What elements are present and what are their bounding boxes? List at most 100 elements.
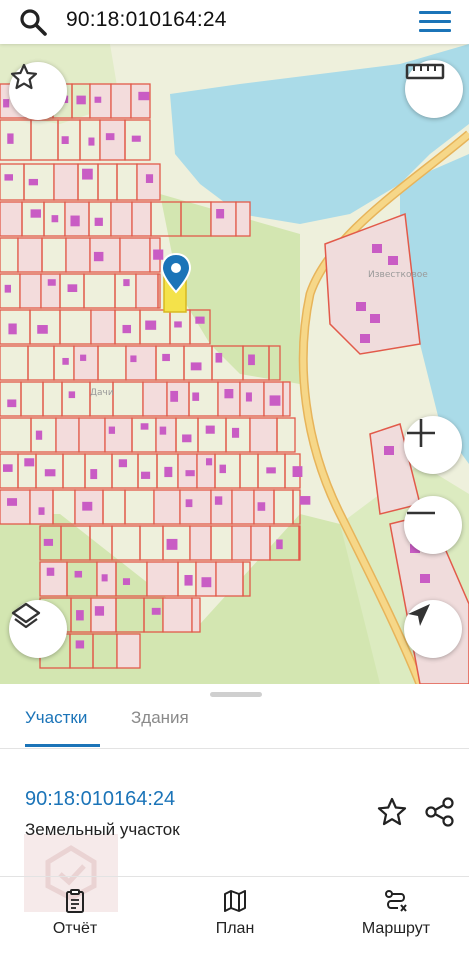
my-location-button[interactable] bbox=[404, 600, 462, 658]
map-canvas[interactable] bbox=[0, 44, 469, 684]
bottom-sheet: Участки Здания 90:18:010164:24 Земельный… bbox=[0, 684, 469, 960]
parcel bbox=[250, 525, 271, 561]
building bbox=[30, 209, 41, 218]
building bbox=[145, 174, 154, 183]
parcel bbox=[110, 83, 132, 119]
parcel bbox=[65, 237, 91, 273]
parcel bbox=[153, 489, 181, 525]
zoom-in-button[interactable] bbox=[404, 416, 462, 474]
building bbox=[388, 256, 398, 265]
layers-button[interactable] bbox=[9, 600, 67, 658]
map-icon bbox=[224, 890, 246, 912]
building bbox=[28, 178, 38, 186]
navigation-arrow-icon bbox=[408, 604, 430, 626]
building bbox=[159, 426, 167, 435]
top-bar: 90:18:010164:24 bbox=[0, 0, 469, 44]
parcel bbox=[191, 597, 201, 633]
building bbox=[130, 355, 137, 363]
building bbox=[205, 425, 215, 434]
ruler-button[interactable] bbox=[405, 60, 463, 118]
star-icon[interactable] bbox=[376, 796, 408, 828]
parcel bbox=[179, 489, 212, 525]
building bbox=[384, 446, 394, 455]
route-icon bbox=[385, 890, 407, 912]
nav-plan[interactable]: План bbox=[165, 888, 305, 938]
building bbox=[46, 567, 55, 576]
parcel bbox=[298, 525, 301, 561]
building bbox=[131, 135, 141, 142]
tab-parcels[interactable]: Участки bbox=[25, 708, 87, 728]
building bbox=[24, 458, 35, 467]
building bbox=[420, 574, 430, 583]
parcel bbox=[90, 309, 116, 345]
parcel bbox=[131, 201, 152, 237]
building bbox=[82, 168, 93, 180]
building bbox=[80, 354, 87, 361]
map-view[interactable]: Известковое Дачи bbox=[0, 44, 469, 684]
building bbox=[215, 352, 223, 363]
plus-icon bbox=[407, 419, 435, 447]
tab-buildings[interactable]: Здания bbox=[131, 708, 189, 728]
building bbox=[3, 464, 13, 472]
parcel bbox=[215, 561, 244, 597]
divider bbox=[0, 876, 469, 877]
building bbox=[51, 215, 59, 223]
building bbox=[94, 606, 105, 616]
building bbox=[82, 501, 93, 511]
building bbox=[276, 539, 283, 550]
building bbox=[140, 423, 149, 430]
building bbox=[67, 284, 78, 293]
building bbox=[245, 392, 252, 402]
building bbox=[76, 610, 84, 621]
search-query[interactable]: 90:18:010164:24 bbox=[66, 8, 227, 32]
parcel bbox=[231, 489, 255, 525]
star-icon bbox=[10, 63, 38, 90]
nav-plan-label: План bbox=[215, 920, 255, 937]
building bbox=[35, 430, 43, 440]
building bbox=[90, 469, 98, 480]
area-label: Дачи bbox=[90, 388, 114, 398]
building bbox=[192, 392, 200, 401]
building bbox=[123, 279, 130, 287]
parcel-number-link[interactable]: 90:18:010164:24 bbox=[25, 788, 175, 811]
ruler-icon bbox=[405, 63, 445, 80]
parcel bbox=[130, 83, 151, 119]
parcel bbox=[17, 237, 43, 273]
building bbox=[151, 607, 161, 615]
building bbox=[372, 244, 382, 253]
nav-route-label: Маршрут bbox=[361, 920, 431, 937]
building bbox=[105, 133, 115, 141]
building bbox=[182, 434, 192, 443]
parcel bbox=[39, 561, 68, 597]
building bbox=[62, 357, 69, 365]
zoom-out-button[interactable] bbox=[404, 496, 462, 554]
building bbox=[47, 279, 56, 286]
building bbox=[356, 302, 366, 311]
building bbox=[257, 502, 266, 511]
favorite-map-button[interactable] bbox=[9, 62, 67, 120]
building bbox=[37, 325, 48, 334]
building bbox=[195, 316, 205, 324]
building bbox=[162, 353, 170, 362]
building bbox=[292, 466, 303, 477]
building bbox=[4, 174, 13, 181]
sheet-drag-handle[interactable] bbox=[210, 692, 262, 697]
parcel bbox=[78, 417, 106, 453]
parcel bbox=[210, 201, 237, 237]
parcel bbox=[110, 201, 133, 237]
building bbox=[38, 507, 45, 515]
building bbox=[370, 314, 380, 323]
parcel bbox=[282, 381, 291, 417]
menu-icon[interactable] bbox=[417, 6, 453, 38]
share-icon[interactable] bbox=[424, 796, 456, 828]
parcel bbox=[155, 417, 177, 453]
parcel bbox=[142, 381, 168, 417]
parcel bbox=[235, 201, 251, 237]
minus-icon bbox=[407, 511, 435, 515]
building bbox=[184, 574, 193, 586]
building bbox=[74, 570, 83, 578]
search-icon[interactable] bbox=[18, 7, 48, 37]
nav-route[interactable]: Маршрут bbox=[326, 888, 466, 938]
building bbox=[7, 399, 17, 408]
nav-report[interactable]: Отчёт bbox=[5, 888, 145, 938]
